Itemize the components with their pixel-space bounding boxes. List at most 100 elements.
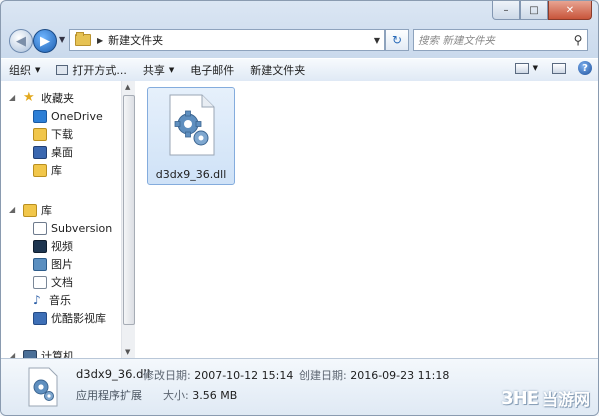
- email-button[interactable]: 电子邮件: [182, 60, 242, 80]
- chevron-down-icon: ▼: [35, 66, 41, 74]
- breadcrumb-current-folder[interactable]: 新建文件夹: [108, 32, 370, 48]
- breadcrumb-separator-icon[interactable]: ▶: [97, 36, 103, 45]
- open-with-icon: [56, 65, 69, 75]
- sidebar-item-music[interactable]: ♪ 音乐: [33, 291, 71, 309]
- video-icon: [33, 239, 47, 253]
- document-icon: [33, 275, 47, 289]
- change-view-icon[interactable]: [514, 62, 529, 74]
- address-history-dropdown-icon[interactable]: ▼: [370, 36, 384, 45]
- sidebar-item-downloads[interactable]: 下载: [33, 125, 73, 143]
- sidebar-label: 视频: [51, 240, 73, 253]
- window-controls: – □ ✕: [492, 1, 592, 20]
- command-bar: 组织 ▼ 打开方式... 共享 ▼ 电子邮件 新建文件夹 ▼ ?: [1, 58, 598, 82]
- sidebar-item-subversion[interactable]: Subversion: [33, 219, 112, 237]
- search-icon[interactable]: ⚲: [569, 33, 587, 47]
- sidebar-item-favorites[interactable]: ★ 收藏夹: [23, 89, 74, 107]
- sidebar-item-youku[interactable]: 优酷影视库: [33, 309, 106, 327]
- sidebar-label: 收藏夹: [41, 92, 74, 105]
- desktop-icon: [33, 145, 47, 159]
- help-icon[interactable]: ?: [578, 61, 592, 75]
- details-created: 创建日期: 2016-09-23 11:18: [299, 367, 449, 383]
- details-size: 大小: 3.56 MB: [163, 387, 237, 403]
- sidebar-label: 文档: [51, 276, 73, 289]
- subversion-icon: [33, 221, 47, 235]
- scrollbar-thumb[interactable]: [123, 95, 135, 325]
- watermark-text: 当游网: [541, 390, 590, 409]
- sidebar-label: Subversion: [51, 221, 113, 235]
- sidebar-label: 优酷影视库: [51, 312, 106, 325]
- sidebar-label: 音乐: [49, 294, 71, 307]
- arrow-right-icon: ▶: [40, 33, 50, 49]
- collapse-libraries-icon[interactable]: ◢: [9, 205, 15, 214]
- library-icon: [23, 203, 37, 217]
- details-modified: 修改日期: 2007-10-12 15:14: [143, 367, 293, 383]
- scroll-up-icon[interactable]: ▲: [125, 83, 130, 91]
- sidebar-item-videos[interactable]: 视频: [33, 237, 73, 255]
- watermark-logo: 3HE: [501, 387, 539, 409]
- modified-label: 修改日期:: [143, 369, 191, 382]
- sidebar-label: OneDrive: [51, 109, 103, 123]
- refresh-button[interactable]: ↻: [385, 29, 409, 51]
- chevron-down-icon: ▼: [168, 66, 175, 74]
- expand-computer-icon[interactable]: ◢: [9, 351, 15, 358]
- open-with-button[interactable]: 打开方式...: [48, 60, 135, 80]
- details-pane: d3dx9_36.dll 应用程序扩展 修改日期: 2007-10-12 15:…: [1, 358, 598, 415]
- scroll-down-icon[interactable]: ▼: [125, 348, 130, 356]
- dll-gear-file-icon: [28, 367, 58, 407]
- explorer-window: – □ ✕ ◀ ▶ ▼ ▶ 新建文件夹 ▼ ↻ 搜索 新建文件夹 ⚲ 组织 ▼ 打…: [0, 0, 599, 416]
- close-button[interactable]: ✕: [548, 1, 592, 20]
- created-label: 创建日期:: [299, 369, 347, 382]
- search-input[interactable]: 搜索 新建文件夹: [414, 33, 569, 48]
- file-item[interactable]: d3dx9_36.dll: [147, 87, 235, 185]
- collapse-favorites-icon[interactable]: ◢: [9, 93, 15, 102]
- preview-pane-icon[interactable]: [552, 62, 566, 74]
- sidebar-item-desktop[interactable]: 桌面: [33, 143, 73, 161]
- recent-pages-dropdown[interactable]: ▼: [59, 35, 65, 44]
- sidebar-label: 下载: [51, 128, 73, 141]
- sidebar-label: 桌面: [51, 146, 73, 159]
- open-with-label: 打开方式...: [72, 64, 127, 77]
- view-options-dropdown-icon[interactable]: ▼: [533, 64, 538, 72]
- sidebar-item-library-favorite[interactable]: 库: [33, 161, 62, 179]
- downloads-folder-icon: [33, 127, 47, 141]
- details-file-type: 应用程序扩展: [76, 389, 142, 402]
- share-menu[interactable]: 共享 ▼: [135, 60, 182, 80]
- email-label: 电子邮件: [190, 64, 235, 77]
- music-note-icon: ♪: [33, 293, 41, 307]
- created-value: 2016-09-23 11:18: [350, 369, 450, 382]
- folder-icon: [75, 32, 91, 46]
- sidebar-item-documents[interactable]: 文档: [33, 273, 73, 291]
- organize-menu[interactable]: 组织 ▼: [1, 60, 48, 80]
- organize-label: 组织: [9, 64, 31, 77]
- sidebar-item-computer[interactable]: 计算机: [23, 347, 74, 358]
- new-folder-label: 新建文件夹: [250, 64, 306, 77]
- youku-library-icon: [33, 311, 47, 325]
- modified-value: 2007-10-12 15:14: [194, 369, 294, 382]
- forward-button[interactable]: ▶: [33, 29, 57, 53]
- back-button[interactable]: ◀: [9, 29, 33, 53]
- sidebar-label: 库: [51, 164, 62, 177]
- address-bar[interactable]: ▶ 新建文件夹 ▼: [69, 29, 385, 51]
- sidebar-label: 库: [41, 204, 52, 217]
- library-icon: [33, 163, 47, 177]
- file-name: d3dx9_36.dll: [155, 168, 227, 181]
- details-file-name: d3dx9_36.dll: [76, 367, 150, 381]
- maximize-button[interactable]: □: [520, 1, 548, 20]
- sidebar-item-libraries[interactable]: 库: [23, 201, 52, 219]
- onedrive-icon: [33, 109, 47, 123]
- size-label: 大小:: [163, 389, 189, 402]
- sidebar-item-onedrive[interactable]: OneDrive: [33, 107, 103, 125]
- address-row: ◀ ▶ ▼ ▶ 新建文件夹 ▼ ↻ 搜索 新建文件夹 ⚲: [9, 27, 590, 53]
- size-value: 3.56 MB: [192, 389, 238, 402]
- new-folder-button[interactable]: 新建文件夹: [242, 60, 313, 80]
- share-label: 共享: [142, 64, 165, 77]
- refresh-icon: ↻: [391, 33, 403, 47]
- sidebar-item-pictures[interactable]: 图片: [33, 255, 73, 273]
- minimize-button[interactable]: –: [492, 1, 520, 20]
- sidebar-label: 计算机: [41, 350, 74, 358]
- arrow-left-icon: ◀: [16, 33, 26, 49]
- computer-icon: [23, 349, 37, 358]
- navigation-scrollbar[interactable]: ▲ ▼: [121, 81, 135, 358]
- watermark: 3HE 当游网: [501, 386, 590, 410]
- search-box[interactable]: 搜索 新建文件夹 ⚲: [413, 29, 588, 51]
